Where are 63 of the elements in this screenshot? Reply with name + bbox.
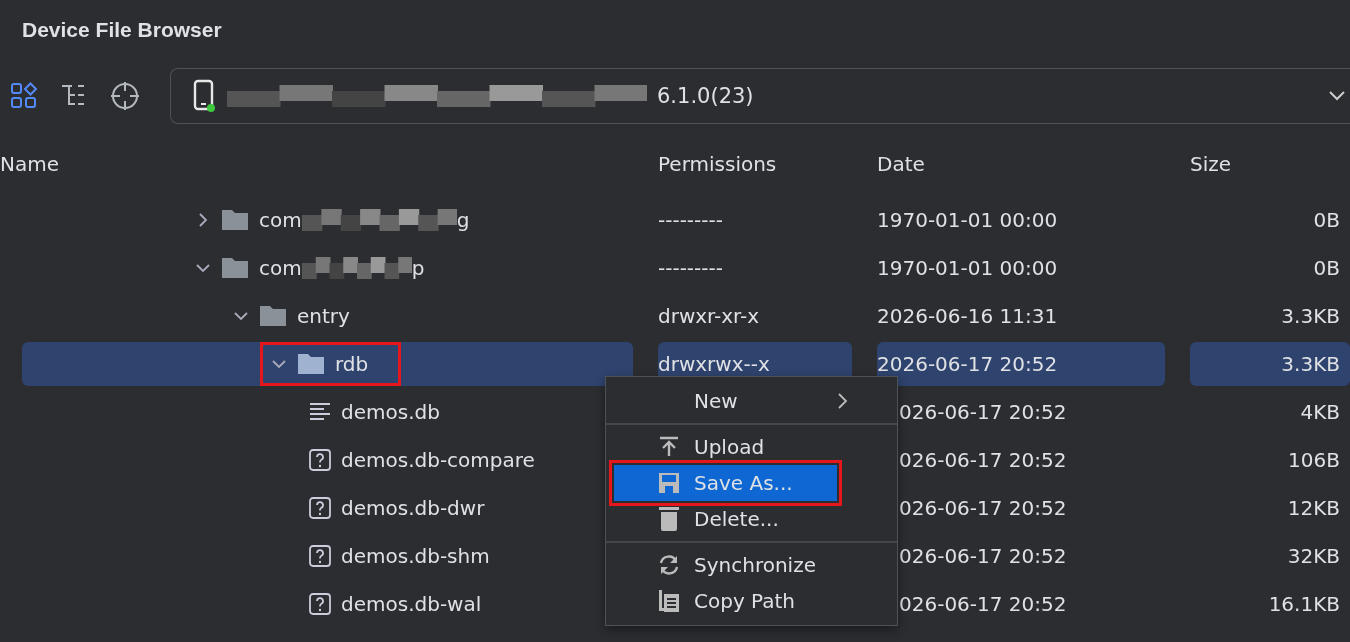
column-header[interactable]: Date (877, 152, 925, 176)
file-name: entry (297, 304, 350, 328)
file-name: g (456, 208, 470, 232)
file-name: demos.db-wal (341, 592, 482, 616)
size-text: 3.3KB (1281, 304, 1340, 328)
copy-icon (658, 589, 680, 613)
file-name: demos.db (341, 400, 440, 424)
date-text: 1970-01-01 00:00 (877, 208, 1058, 232)
folder-icon (297, 353, 325, 375)
size-text: 0B (1313, 256, 1340, 280)
date-text: 2026-06-17 20:52 (877, 352, 1058, 376)
save-icon (658, 472, 680, 494)
column-header[interactable]: Name (0, 152, 59, 176)
size-text: 3.3KB (1281, 352, 1340, 376)
permissions-text: drwxrwx--x (658, 352, 770, 376)
permissions-text: --------- (658, 256, 723, 280)
device-dropdown[interactable]: 6.1.0(23) (170, 68, 1350, 124)
chevron-down-icon (1328, 90, 1346, 102)
date-text: 2026-06-16 11:31 (877, 304, 1058, 328)
file-name: rdb (335, 352, 369, 376)
column-header[interactable]: Permissions (658, 152, 777, 176)
size-text: 4KB (1300, 400, 1340, 424)
menu-item[interactable]: Copy Path (606, 583, 897, 619)
date-text: 026-06-17 20:52 (899, 400, 1067, 424)
file-name: com (259, 208, 302, 232)
size-text: 0B (1313, 208, 1340, 232)
text-file-icon (309, 402, 331, 422)
date-text: 026-06-17 20:52 (899, 592, 1067, 616)
unknown-file-icon (309, 497, 331, 519)
trash-icon (659, 507, 679, 531)
file-name: demos.db-shm (341, 544, 490, 568)
column-header[interactable]: Size (1190, 152, 1232, 176)
folder-icon (221, 209, 249, 231)
date-text: 026-06-17 20:52 (899, 544, 1067, 568)
sync-icon (658, 554, 680, 576)
size-text: 106B (1288, 448, 1340, 472)
unknown-file-icon (309, 545, 331, 567)
unknown-file-icon (309, 449, 331, 471)
upload-icon (658, 436, 680, 458)
unknown-file-icon (309, 593, 331, 615)
folder-icon (221, 257, 249, 279)
phone-icon (193, 79, 217, 113)
menu-item[interactable]: New (606, 383, 897, 419)
menu-item[interactable]: Upload (606, 429, 897, 465)
date-text: 026-06-17 20:52 (899, 496, 1067, 520)
date-text: 026-06-17 20:52 (899, 448, 1067, 472)
permissions-text: --------- (658, 208, 723, 232)
menu-item[interactable]: Synchronize (606, 547, 897, 583)
folder-icon (259, 305, 287, 327)
size-text: 16.1KB (1268, 592, 1340, 616)
grid-icon[interactable] (10, 82, 38, 110)
date-text: 1970-01-01 00:00 (877, 256, 1058, 280)
permissions-text: drwxr-xr-x (658, 304, 760, 328)
chevron-right-icon (837, 392, 849, 410)
window-title: Device File Browser (22, 18, 222, 42)
file-name: demos.db-dwr (341, 496, 485, 520)
file-name: demos.db-compare (341, 448, 535, 472)
file-name: com (259, 256, 302, 280)
file-name: p (411, 256, 425, 280)
target-icon[interactable] (110, 81, 140, 111)
menu-item[interactable]: Delete... (606, 501, 897, 537)
size-text: 12KB (1287, 496, 1340, 520)
size-text: 32KB (1287, 544, 1340, 568)
